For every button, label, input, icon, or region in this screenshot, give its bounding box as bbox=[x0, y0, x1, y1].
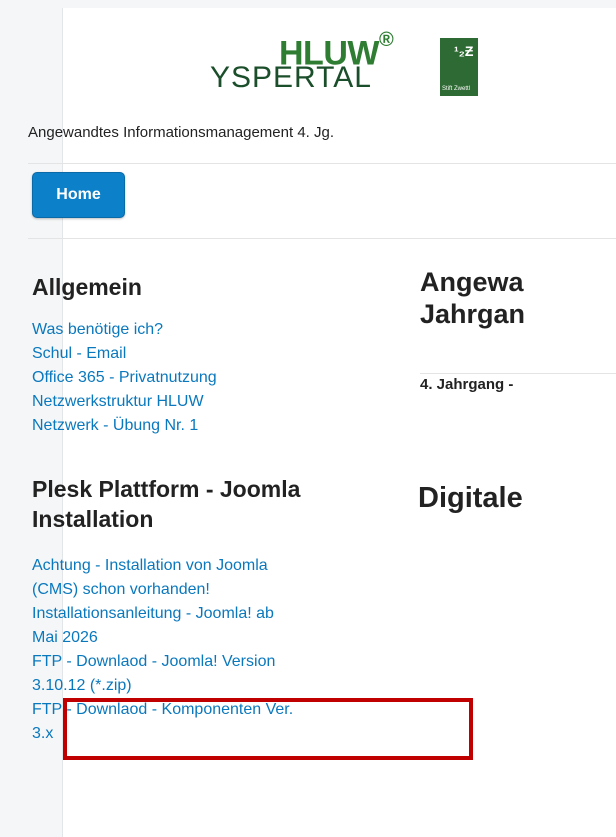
sidebar-link[interactable]: Netzwerkstruktur HLUW bbox=[32, 390, 362, 414]
sidebar-link[interactable]: Achtung - Installation von Joomla bbox=[32, 554, 362, 578]
sidebar-link[interactable]: Mai 2026 bbox=[32, 626, 362, 650]
registered-mark: ® bbox=[378, 29, 394, 51]
sidebar-link[interactable]: FTP - Downlaod - Komponenten Ver. bbox=[32, 698, 362, 722]
sidebar-link[interactable]: Office 365 - Privatnutzung bbox=[32, 366, 362, 390]
sidebar-link-ftp-joomla[interactable]: 3.10.12 (*.zip) bbox=[32, 674, 362, 698]
sidebar: Allgemein Was benötige ich? Schul - Emai… bbox=[32, 272, 362, 746]
nav-divider bbox=[28, 238, 616, 239]
sidebar-link[interactable]: Netzwerk - Übung Nr. 1 bbox=[32, 414, 362, 438]
sidebar-heading-allgemein: Allgemein bbox=[32, 274, 142, 300]
sidebar-list-allgemein: Was benötige ich? Schul - Email Office 3… bbox=[32, 318, 362, 438]
stift-zwettl-emblem: ¹₂Ƶ Stift Zwettl bbox=[440, 38, 478, 96]
sidebar-list-plesk: Achtung - Installation von Joomla (CMS) … bbox=[32, 554, 362, 746]
home-nav-button[interactable]: Home bbox=[32, 172, 125, 218]
sidebar-link-ftp-joomla[interactable]: FTP - Downlaod - Joomla! Version bbox=[32, 650, 362, 674]
main-heading: Angewa Jahrgan bbox=[420, 267, 526, 329]
header-divider bbox=[28, 163, 616, 164]
sidebar-link[interactable]: Schul - Email bbox=[32, 342, 362, 366]
site-subtitle: Angewandtes Informationsmanagement 4. Jg… bbox=[28, 124, 335, 141]
emblem-text: Stift Zwettl bbox=[442, 86, 471, 92]
sidebar-heading-plesk: Plesk Plattform - Joomla Installation bbox=[32, 476, 301, 532]
emblem-mark: ¹₂Ƶ bbox=[454, 43, 474, 59]
sidebar-link[interactable]: (CMS) schon vorhanden! bbox=[32, 578, 362, 602]
main-divider bbox=[420, 373, 616, 374]
main-subheading: 4. Jahrgang - bbox=[420, 376, 514, 393]
logo-text-bottom: YSPERTAL bbox=[210, 61, 372, 94]
main-section-heading: Digitale bbox=[418, 482, 523, 514]
sidebar-link[interactable]: Was benötige ich? bbox=[32, 318, 362, 342]
school-logo[interactable]: HLUW® YSPERTAL ¹₂Ƶ Stift Zwettl bbox=[208, 28, 498, 108]
sidebar-link[interactable]: Installationsanleitung - Joomla! ab bbox=[32, 602, 362, 626]
sidebar-link[interactable]: 3.x bbox=[32, 722, 362, 746]
